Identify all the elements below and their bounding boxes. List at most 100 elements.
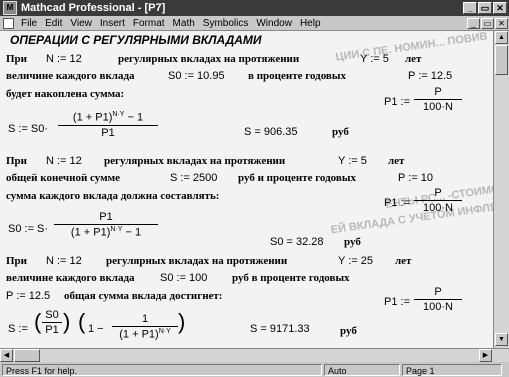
sec2-s0-den-tail: − 1 <box>122 226 142 239</box>
sec3-right-paren: ) <box>63 309 71 334</box>
vertical-scrollbar[interactable]: ▲ ▼ <box>493 31 509 348</box>
sec1-p1-lhs[interactable]: P1 := <box>384 96 410 108</box>
menu-view[interactable]: View <box>66 18 96 29</box>
sec3-p1-lhs[interactable]: P1 := <box>384 296 410 308</box>
sec1-s-num-tail: − 1 <box>124 111 144 124</box>
minimize-button[interactable]: _ <box>463 2 477 14</box>
sec3-p1-numerator: P <box>434 286 442 298</box>
worksheet[interactable]: ЦИИ С ПЕ. НОМИН... ПОВИВ ЕНТЫ РС... -СТО… <box>0 31 493 348</box>
sec2-text-pri[interactable]: При <box>6 155 27 167</box>
sec3-s0-definition[interactable]: S0 := 100 <box>160 272 207 284</box>
sec2-p1-lhs[interactable]: P1 := <box>384 197 410 209</box>
sec2-text-percent[interactable]: руб и проценте годовых <box>238 172 356 184</box>
sec2-s0-numerator: P1 <box>99 211 113 223</box>
sec3-unit[interactable]: руб <box>340 325 357 337</box>
scroll-left-arrow-icon[interactable]: ◀ <box>0 349 13 362</box>
sec2-text-total[interactable]: общей конечной сумме <box>6 172 120 184</box>
sec3-text-pri[interactable]: При <box>6 255 27 267</box>
sec3-text-percent[interactable]: руб в проценте годовых <box>232 272 350 284</box>
menu-symbolics[interactable]: Symbolics <box>199 18 253 29</box>
worksheet-heading[interactable]: ОПЕРАЦИИ С РЕГУЛЯРНЫМИ ВКЛАДАМИ <box>10 33 262 47</box>
sec2-y-definition[interactable]: Y := 5 <box>338 155 367 167</box>
sec3-paren-fraction-bar <box>42 322 62 323</box>
sec2-text-years[interactable]: лет <box>388 155 404 167</box>
sec1-s0-definition[interactable]: S0 := 10.95 <box>168 70 225 82</box>
menu-help[interactable]: Help <box>296 18 325 29</box>
sec3-text-value[interactable]: величине каждого вклада <box>6 272 135 284</box>
sec3-s-lhs[interactable]: S := <box>8 323 28 335</box>
sec2-text-regular[interactable]: регулярных вкладах на протяжении <box>104 155 285 167</box>
sec2-p1-fraction[interactable]: P 100·N <box>414 187 462 214</box>
sec1-text-accumulated[interactable]: будет накоплена сумма: <box>6 88 124 100</box>
sec3-paren-denominator: P1 <box>45 324 59 336</box>
sec2-p1-numerator: P <box>434 187 442 199</box>
sec1-s-result[interactable]: S = 906.35 <box>244 126 298 138</box>
sec1-text-percent[interactable]: в проценте годовых <box>248 70 346 82</box>
sec1-s-fraction[interactable]: (1 + P1)N·Y − 1 P1 <box>58 111 158 139</box>
sec1-p1-fraction[interactable]: P 100·N <box>414 86 462 113</box>
sec2-s0-exponent: N·Y <box>110 226 123 233</box>
sec3-inner-fraction-bar <box>112 326 178 327</box>
sec3-text-regular[interactable]: регулярных вкладах на протяжении <box>106 255 287 267</box>
horizontal-scrollbar[interactable]: ◀ ▶ <box>0 348 509 362</box>
scroll-up-arrow-icon[interactable]: ▲ <box>495 31 508 44</box>
sec3-inner-denominator: (1 + P1)N·Y <box>119 328 171 341</box>
menu-window[interactable]: Window <box>252 18 296 29</box>
sec1-text-pri[interactable]: При <box>6 53 27 65</box>
sec3-one-minus: 1 − <box>88 323 104 335</box>
sec3-s-result[interactable]: S = 9171.33 <box>250 323 310 335</box>
menu-edit[interactable]: Edit <box>41 18 66 29</box>
doc-minimize-button[interactable]: _ <box>467 17 480 29</box>
status-bar: Press F1 for help. Auto Page 1 <box>0 362 509 377</box>
scroll-right-arrow-icon[interactable]: ▶ <box>479 349 492 362</box>
sec1-text-value[interactable]: величине каждого вклада <box>6 70 135 82</box>
maximize-button[interactable]: ▭ <box>478 2 492 14</box>
menu-bar: File Edit View Insert Format Math Symbol… <box>0 16 509 31</box>
sec3-text-years[interactable]: лет <box>395 255 411 267</box>
sec2-s0-lhs[interactable]: S0 := S· <box>8 223 48 235</box>
sec1-n-definition[interactable]: N := 12 <box>46 53 82 65</box>
sec2-s0-fraction[interactable]: P1 (1 + P1)N·Y − 1 <box>54 211 158 239</box>
sec1-unit[interactable]: руб <box>332 126 349 138</box>
menu-format[interactable]: Format <box>129 18 169 29</box>
doc-close-button[interactable]: ✕ <box>495 17 508 29</box>
sec3-left-bracket: ( <box>78 309 86 334</box>
sec3-inner-den-base: (1 + P1) <box>119 328 159 341</box>
sec2-p1-denominator: 100·N <box>423 202 453 214</box>
mathcad-app-icon[interactable]: M <box>3 1 17 15</box>
menu-file[interactable]: File <box>17 18 41 29</box>
sec2-s-definition[interactable]: S := 2500 <box>170 172 217 184</box>
sec1-text-regular[interactable]: регулярных вкладах на протяжении <box>118 53 299 65</box>
sec3-y-definition[interactable]: Y := 25 <box>338 255 373 267</box>
sec1-p1-numerator: P <box>434 86 442 98</box>
sec2-s0-denominator: (1 + P1)N·Y − 1 <box>71 226 141 239</box>
sec1-s-lhs[interactable]: S := S0· <box>8 123 48 135</box>
sec2-unit[interactable]: руб <box>344 236 361 248</box>
status-mode: Auto <box>324 363 400 376</box>
sec2-text-each[interactable]: сумма каждого вклада должна составлять: <box>6 190 219 202</box>
sec1-text-years[interactable]: лет <box>405 53 421 65</box>
sec1-s-exponent: N·Y <box>112 111 125 118</box>
sec3-text-reach[interactable]: общая сумма вклада достигнет: <box>64 290 222 302</box>
menu-insert[interactable]: Insert <box>96 18 129 29</box>
sec3-n-definition[interactable]: N := 12 <box>46 255 82 267</box>
vertical-scroll-thumb[interactable] <box>495 45 508 75</box>
sec3-p1-fraction[interactable]: P 100·N <box>414 286 462 313</box>
sec2-p-definition[interactable]: P := 10 <box>398 172 433 184</box>
sec1-p-definition[interactable]: P := 12.5 <box>408 70 452 82</box>
sec1-s-numerator: (1 + P1)N·Y − 1 <box>73 111 143 124</box>
sec2-s0-result[interactable]: S0 = 32.28 <box>270 236 324 248</box>
scroll-down-arrow-icon[interactable]: ▼ <box>495 333 508 346</box>
sec3-inner-fraction[interactable]: 1 (1 + P1)N·Y <box>112 313 178 341</box>
horizontal-scroll-thumb[interactable] <box>14 349 40 362</box>
sec3-inner-exponent: N·Y <box>158 328 171 335</box>
sec3-left-paren: ( <box>34 309 42 334</box>
close-button[interactable]: ✕ <box>493 2 507 14</box>
sec2-n-definition[interactable]: N := 12 <box>46 155 82 167</box>
document-icon[interactable] <box>3 17 14 29</box>
menu-math[interactable]: Math <box>169 18 199 29</box>
sec3-s0-over-p1[interactable]: S0 P1 <box>42 309 62 336</box>
sec3-p-definition[interactable]: P := 12.5 <box>6 290 50 302</box>
sec1-y-definition[interactable]: Y := 5 <box>360 53 389 65</box>
doc-restore-button[interactable]: ▭ <box>481 17 494 29</box>
